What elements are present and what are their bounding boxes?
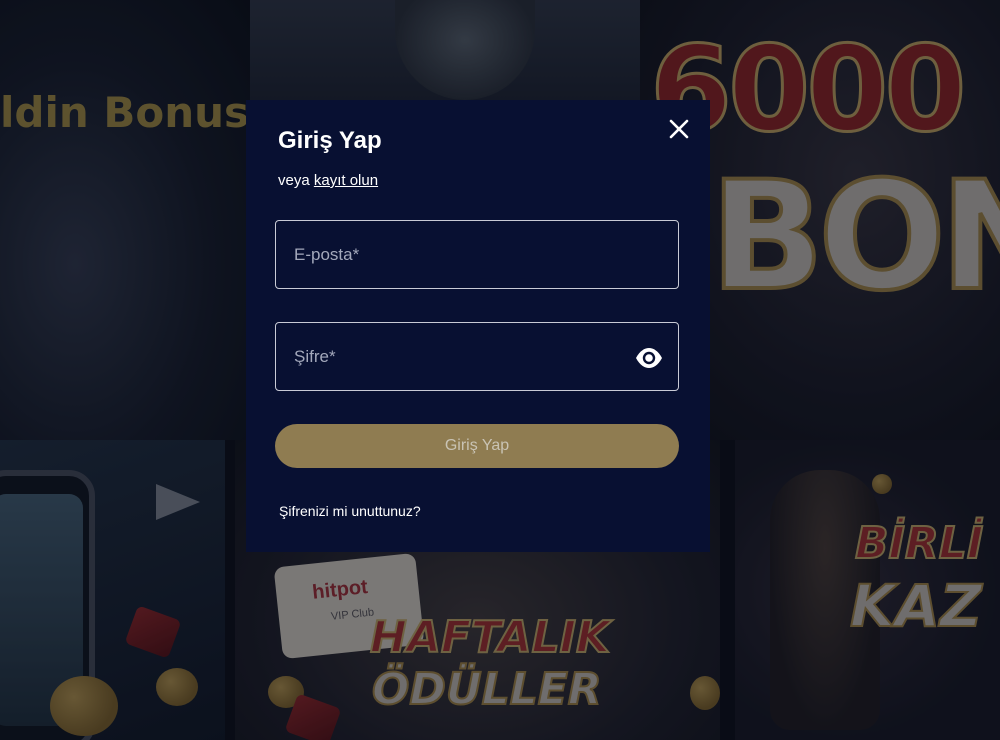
password-input[interactable] [276,323,678,390]
register-prefix: veya [278,172,314,189]
close-icon [669,119,689,139]
eye-icon [636,348,662,368]
register-prompt: veya kayıt olun [278,172,378,189]
close-button[interactable] [666,116,692,142]
email-input[interactable] [276,221,678,288]
modal-title: Giriş Yap [278,127,382,154]
toggle-password-button[interactable] [634,343,664,373]
password-field[interactable] [275,322,679,391]
email-field[interactable] [275,220,679,289]
login-modal: Giriş Yap veya kayıt olun Giriş Yap Şifr… [246,100,710,552]
register-link[interactable]: kayıt olun [314,172,378,189]
login-submit-button[interactable]: Giriş Yap [275,424,679,468]
forgot-password-link[interactable]: Şifrenizi mi unuttunuz? [279,503,421,519]
